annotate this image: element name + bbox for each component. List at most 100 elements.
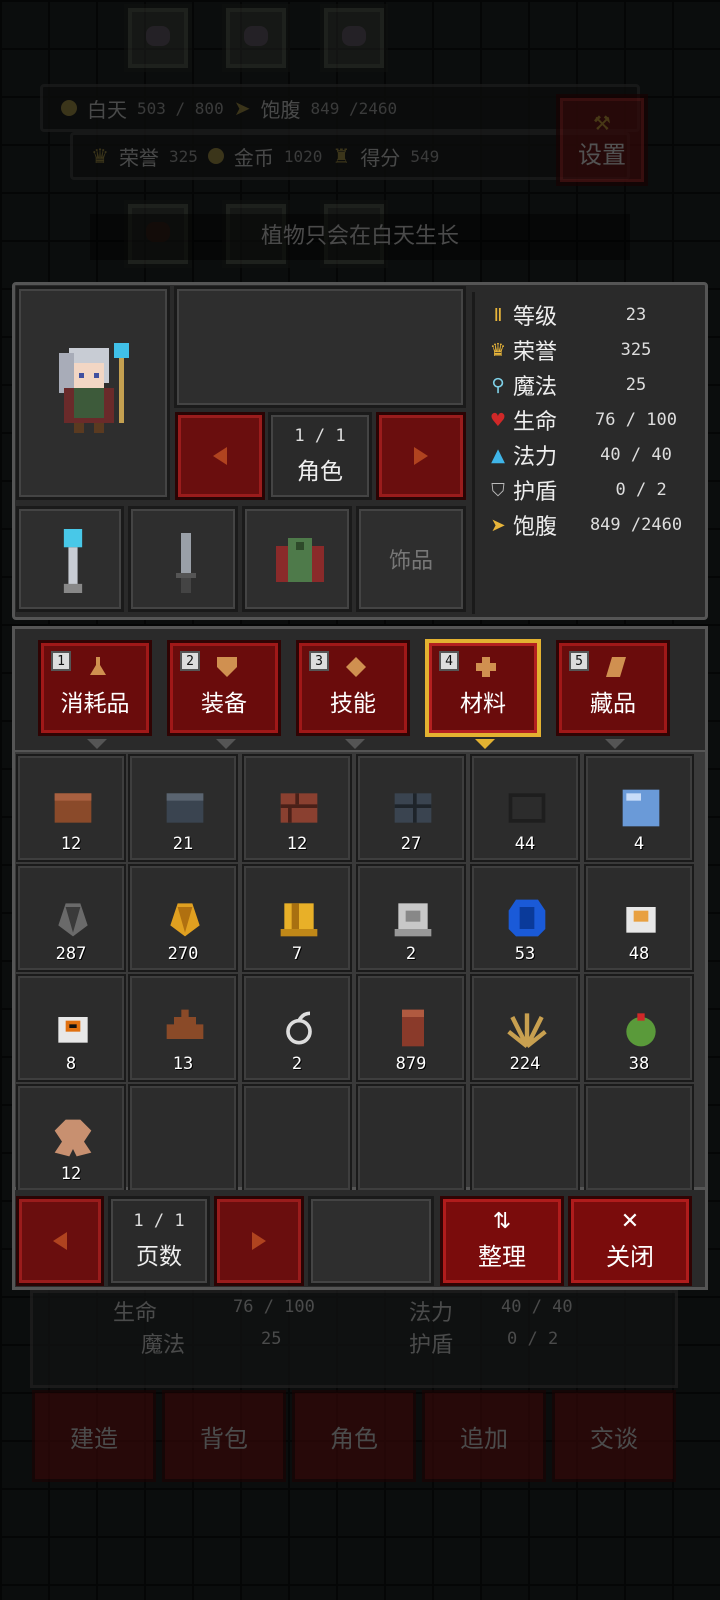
item-count: 8 bbox=[65, 1054, 77, 1074]
skull-egg-icon bbox=[58, 1017, 88, 1043]
inventory-slot[interactable]: 38 bbox=[584, 974, 694, 1082]
flask-icon bbox=[90, 657, 106, 675]
stat-label: 荣誉 bbox=[513, 340, 558, 365]
empty-inventory-slot[interactable] bbox=[242, 1084, 352, 1192]
inventory-slot[interactable]: 27 bbox=[356, 754, 466, 862]
potion-icon: ▲ bbox=[491, 444, 505, 466]
inventory-slot[interactable]: 48 bbox=[584, 864, 694, 972]
inventory-slot[interactable]: 270 bbox=[128, 864, 238, 972]
glass-icon bbox=[622, 789, 660, 827]
item-count: 48 bbox=[628, 944, 650, 964]
stat-mp: ▲ 法力 40 / 40 bbox=[487, 440, 687, 471]
inventory-slot[interactable]: 8 bbox=[16, 974, 126, 1082]
inventory-slot[interactable]: 12 bbox=[242, 754, 352, 862]
dark-block-icon bbox=[508, 793, 546, 823]
ghost-magic-label: 魔法 bbox=[141, 1333, 186, 1358]
item-count: 287 bbox=[55, 944, 87, 964]
equip-slot-staff[interactable] bbox=[16, 506, 124, 612]
tab-consumables[interactable]: 1 消耗品 bbox=[38, 640, 152, 749]
stat-honor: ♛ 荣誉 325 bbox=[487, 335, 687, 366]
sort-button[interactable]: ⇅ 整理 bbox=[440, 1196, 564, 1286]
inventory-slot[interactable]: 2 bbox=[242, 974, 352, 1082]
inventory-prev-button[interactable] bbox=[16, 1196, 104, 1286]
ghost-magic-value: 25 bbox=[261, 1329, 282, 1349]
stat-label: 法力 bbox=[513, 445, 558, 470]
stat-label: 生命 bbox=[513, 410, 558, 435]
cloak-armor-icon bbox=[276, 538, 324, 582]
heart-icon: ♥ bbox=[489, 409, 507, 431]
leather-icon bbox=[54, 1119, 92, 1157]
tab-number: 3 bbox=[309, 651, 329, 671]
item-count: 224 bbox=[509, 1054, 541, 1074]
tab-pointer bbox=[345, 739, 365, 749]
stat-value: 76 / 100 bbox=[595, 410, 677, 430]
egg-icon bbox=[626, 907, 656, 933]
tab-label: 藏品 bbox=[590, 691, 636, 717]
tab-number: 4 bbox=[439, 651, 459, 671]
nav-label: 角色 bbox=[330, 1424, 378, 1453]
close-button[interactable]: ✕ 关闭 bbox=[568, 1196, 692, 1286]
stat-value: 849 /2460 bbox=[589, 515, 683, 535]
inventory-slot[interactable]: 4 bbox=[584, 754, 694, 862]
item-count: 53 bbox=[514, 944, 536, 964]
tab-pointer bbox=[475, 739, 495, 749]
inventory-slot[interactable]: 287 bbox=[16, 864, 126, 972]
empty-inventory-slot[interactable] bbox=[584, 1084, 694, 1192]
character-next-button[interactable] bbox=[376, 412, 466, 500]
ghost-hp-value: 76 / 100 bbox=[233, 1297, 315, 1317]
inventory-next-button[interactable] bbox=[214, 1196, 304, 1286]
tab-collectibles[interactable]: 5 藏品 bbox=[556, 640, 670, 749]
item-count: 12 bbox=[60, 834, 82, 854]
tab-materials[interactable]: 4 材料 bbox=[426, 640, 540, 749]
character-stats: Ⅱ 等级 23 ♛ 荣誉 325 ⚲ 魔法 25 ♥ 生命 76 / 100 ▲ 法力 40 / 4… bbox=[472, 292, 694, 614]
inventory-slot[interactable]: 12 bbox=[16, 1084, 126, 1192]
tab-number: 5 bbox=[569, 651, 589, 671]
character-pager: 1 / 1 角色 bbox=[268, 412, 372, 500]
sword-icon bbox=[176, 533, 196, 593]
empty-inventory-slot[interactable] bbox=[128, 1084, 238, 1192]
ghost-shield-label: 护盾 bbox=[409, 1333, 454, 1358]
inventory-slot[interactable]: 21 bbox=[128, 754, 238, 862]
inventory-slot[interactable]: 879 bbox=[356, 974, 466, 1082]
stone-brick-icon bbox=[394, 793, 432, 823]
stat-level: Ⅱ 等级 23 bbox=[487, 300, 687, 331]
close-label: 关闭 bbox=[606, 1242, 654, 1271]
tab-pointer bbox=[216, 739, 236, 749]
log-icon bbox=[402, 1009, 424, 1047]
tab-skills[interactable]: 3 技能 bbox=[296, 640, 410, 749]
tab-label: 技能 bbox=[330, 691, 376, 717]
item-count: 13 bbox=[172, 1054, 194, 1074]
equip-slot-armor[interactable] bbox=[242, 506, 352, 612]
inventory-pager: 1 / 1 页数 bbox=[108, 1196, 210, 1286]
tab-equipment[interactable]: 2 装备 bbox=[167, 640, 281, 749]
brown-block-icon bbox=[54, 793, 92, 823]
close-icon: ✕ bbox=[620, 1208, 640, 1234]
sort-label: 整理 bbox=[478, 1242, 526, 1271]
inventory-slot[interactable]: 2 bbox=[356, 864, 466, 972]
arrow-left-icon bbox=[213, 447, 227, 465]
inventory-slot[interactable]: 53 bbox=[470, 864, 580, 972]
inventory-slot[interactable]: 12 bbox=[16, 754, 126, 862]
arrow-right-icon bbox=[252, 1232, 266, 1250]
stat-label: 魔法 bbox=[513, 375, 558, 400]
empty-inventory-slot[interactable] bbox=[470, 1084, 580, 1192]
character-prev-button[interactable] bbox=[175, 412, 265, 500]
inventory-slot[interactable]: 44 bbox=[470, 754, 580, 862]
stat-hp: ♥ 生命 76 / 100 bbox=[487, 405, 687, 436]
inventory-slot[interactable]: 13 bbox=[128, 974, 238, 1082]
equip-slot-weapon[interactable] bbox=[128, 506, 238, 612]
equip-slot-accessory[interactable]: 饰品 bbox=[356, 506, 466, 612]
stat-label: 等级 bbox=[513, 305, 558, 330]
background-stats-panel: 生命 76 / 100 法力 40 / 40 魔法 25 护盾 0 / 2 bbox=[30, 1290, 678, 1388]
empty-inventory-slot[interactable] bbox=[356, 1084, 466, 1192]
item-count: 879 bbox=[395, 1054, 427, 1074]
item-count: 2 bbox=[405, 944, 417, 964]
inventory-slot[interactable]: 224 bbox=[470, 974, 580, 1082]
sort-icon: ⇅ bbox=[492, 1208, 512, 1234]
item-count: 12 bbox=[286, 834, 308, 854]
inventory-slot[interactable]: 7 bbox=[242, 864, 352, 972]
empty-footer-slot bbox=[308, 1196, 434, 1286]
coal-ore-icon bbox=[58, 903, 88, 937]
item-count: 44 bbox=[514, 834, 536, 854]
character-page-number: 1 / 1 bbox=[294, 426, 346, 446]
